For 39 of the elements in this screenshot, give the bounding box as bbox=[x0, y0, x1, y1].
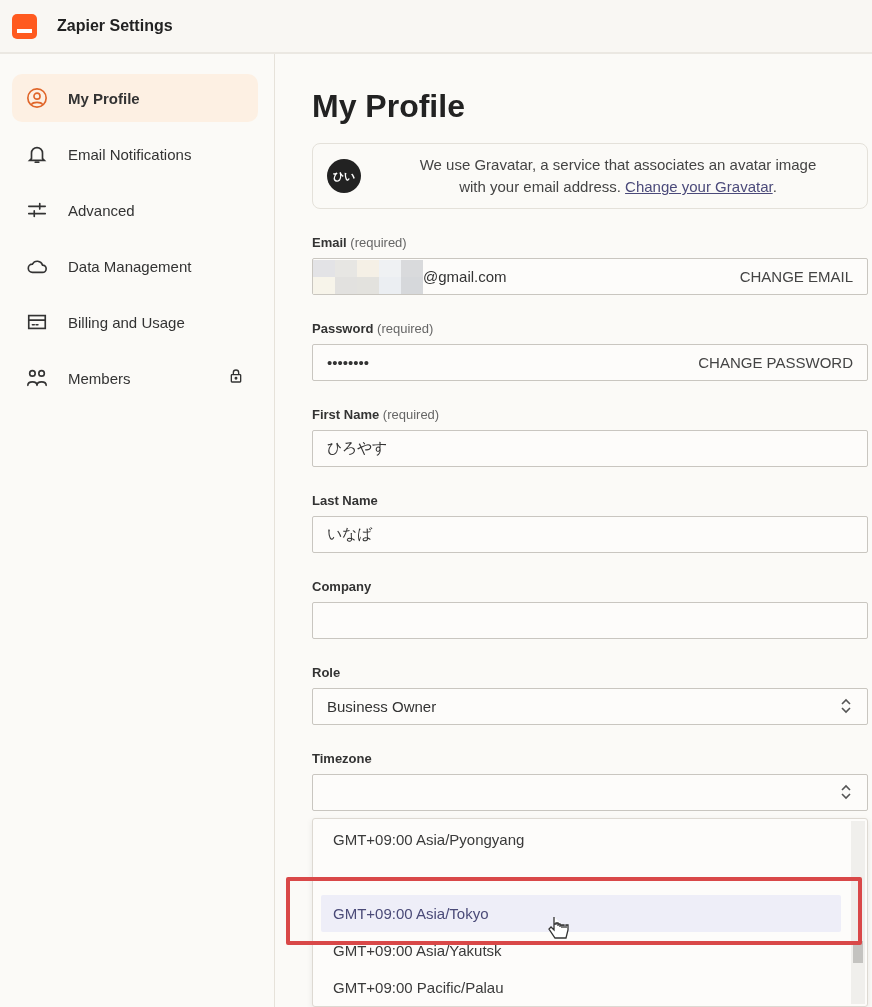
field-label: Company bbox=[312, 579, 373, 595]
dropdown-option[interactable]: GMT+09:00 Asia/Tokyo bbox=[321, 894, 841, 932]
redacted-text-icon bbox=[313, 259, 423, 294]
hand-cursor-icon bbox=[547, 914, 569, 941]
sidebar-item[interactable]: Data Management bbox=[12, 242, 258, 290]
select-field[interactable] bbox=[312, 773, 868, 811]
field-label: Last Name bbox=[312, 493, 379, 509]
field-label: Role bbox=[312, 665, 342, 680]
input-field[interactable]: @gmail.com CHANGE EMAIL bbox=[312, 258, 868, 296]
field-label: Timezone bbox=[312, 750, 373, 766]
profile-icon bbox=[26, 87, 48, 109]
input-field[interactable]: ひろやす bbox=[312, 430, 868, 468]
input-field[interactable] bbox=[312, 602, 868, 639]
select-field[interactable]: Business Owner bbox=[312, 688, 868, 725]
gravatar-link[interactable]: Change your Gravatar bbox=[625, 178, 773, 196]
dropdown-option[interactable]: GMT+09:00 Asia/Yakutsk bbox=[321, 931, 841, 969]
field-label: First Name (required) bbox=[312, 407, 441, 423]
field-label: Email (required) bbox=[312, 235, 408, 251]
page-title: My Profile bbox=[312, 88, 466, 125]
logo-icon bbox=[12, 13, 37, 39]
avatar: ひい bbox=[327, 159, 361, 194]
change-button[interactable]: CHANGE PASSWORD bbox=[698, 354, 853, 372]
sidebar-item[interactable]: My Profile bbox=[12, 74, 258, 122]
sidebar-item[interactable]: Advanced bbox=[12, 186, 258, 234]
dropdown-option[interactable]: GMT+09:00 Pacific/Palau bbox=[321, 968, 841, 1006]
lock-icon bbox=[228, 368, 244, 384]
app-title: Zapier Settings bbox=[57, 17, 173, 35]
change-button[interactable]: CHANGE EMAIL bbox=[739, 268, 853, 286]
gravatar-text: We use Gravatar, a service that associates an avatar image with your email address. Change your Gravatar. bbox=[418, 155, 818, 198]
input-field[interactable]: いなば bbox=[312, 516, 868, 554]
dropdown-option[interactable]: GMT+09:00 Asia/Pyongyang bbox=[321, 820, 841, 858]
field-label: Password (required) bbox=[312, 321, 435, 337]
chevron-updown-icon bbox=[839, 697, 853, 716]
people-icon bbox=[26, 367, 48, 389]
sidebar-item[interactable]: Email Notifications bbox=[12, 130, 258, 178]
sidebar-item[interactable]: Members bbox=[12, 354, 258, 402]
chevron-updown-icon bbox=[839, 783, 853, 802]
sidebar-item[interactable]: Billing and Usage bbox=[12, 298, 258, 346]
input-field[interactable]: •••••••• CHANGE PASSWORD bbox=[312, 344, 868, 382]
